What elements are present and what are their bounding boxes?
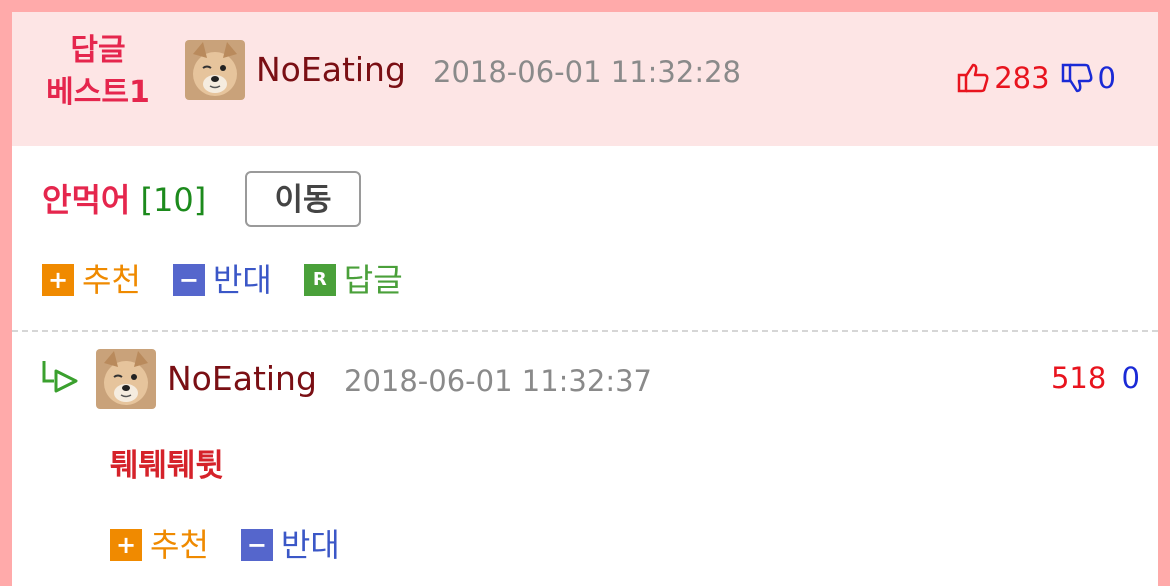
- avatar[interactable]: [185, 40, 245, 100]
- reply-datetime: 2018-06-01 11:32:37: [344, 364, 652, 398]
- comment-datetime: 2018-06-01 11:32:28: [433, 55, 741, 89]
- thumbs-up-icon[interactable]: [956, 61, 990, 95]
- author-name[interactable]: NoEating: [256, 50, 406, 90]
- recommend-label: 추천: [82, 261, 141, 299]
- reply-author-name[interactable]: NoEating: [167, 359, 317, 399]
- comment-actions: + 추천 − 반대 R 답글: [42, 260, 435, 300]
- move-button[interactable]: 이동: [245, 171, 361, 227]
- badge-line-2: 베스트1: [46, 75, 150, 110]
- oppose-label: 반대: [280, 526, 340, 564]
- oppose-label: 반대: [212, 261, 272, 299]
- dog-avatar-icon: [185, 40, 245, 100]
- reply-vote-summary: 518 0: [1051, 360, 1140, 396]
- oppose-button[interactable]: − 반대: [172, 260, 272, 300]
- commenter-nickname[interactable]: 안먹어: [42, 181, 130, 219]
- vote-summary: 283 0: [956, 60, 1116, 96]
- recommend-button[interactable]: + 추천: [42, 260, 141, 300]
- recommend-label: 추천: [150, 526, 209, 564]
- reply-label: 답글: [343, 261, 403, 299]
- plus-icon: +: [42, 264, 74, 296]
- best-reply-badge: 답글 베스트1: [42, 30, 154, 114]
- reply-actions: + 추천 − 반대: [110, 525, 372, 565]
- reply-content: 퉤퉤퉤튓: [110, 448, 225, 484]
- reply-arrow-icon: [42, 361, 78, 393]
- commenter-line: 안먹어 [10]: [42, 180, 206, 220]
- reply-upvote-count: 518: [1050, 361, 1107, 395]
- reply-button[interactable]: R 답글: [303, 260, 403, 300]
- reply-downvote-count: 0: [1121, 361, 1140, 395]
- minus-icon: −: [240, 529, 273, 561]
- dashed-divider: [12, 330, 1158, 332]
- reply-icon: R: [303, 264, 336, 296]
- dog-avatar-icon: [96, 349, 156, 409]
- reply-avatar[interactable]: [96, 349, 156, 409]
- minus-icon: −: [172, 264, 205, 296]
- thumbs-down-icon[interactable]: [1060, 61, 1094, 95]
- plus-icon: +: [110, 529, 142, 561]
- reply-oppose-button[interactable]: − 반대: [240, 525, 340, 565]
- downvote-count: 0: [1097, 61, 1116, 95]
- badge-line-1: 답글: [70, 33, 126, 68]
- best-reply-header: 답글 베스트1 NoEating 2018-06-01 11:32:28 283…: [12, 12, 1158, 146]
- upvote-count: 283: [994, 61, 1050, 95]
- reply-recommend-button[interactable]: + 추천: [110, 525, 209, 565]
- commenter-count: [10]: [140, 181, 207, 219]
